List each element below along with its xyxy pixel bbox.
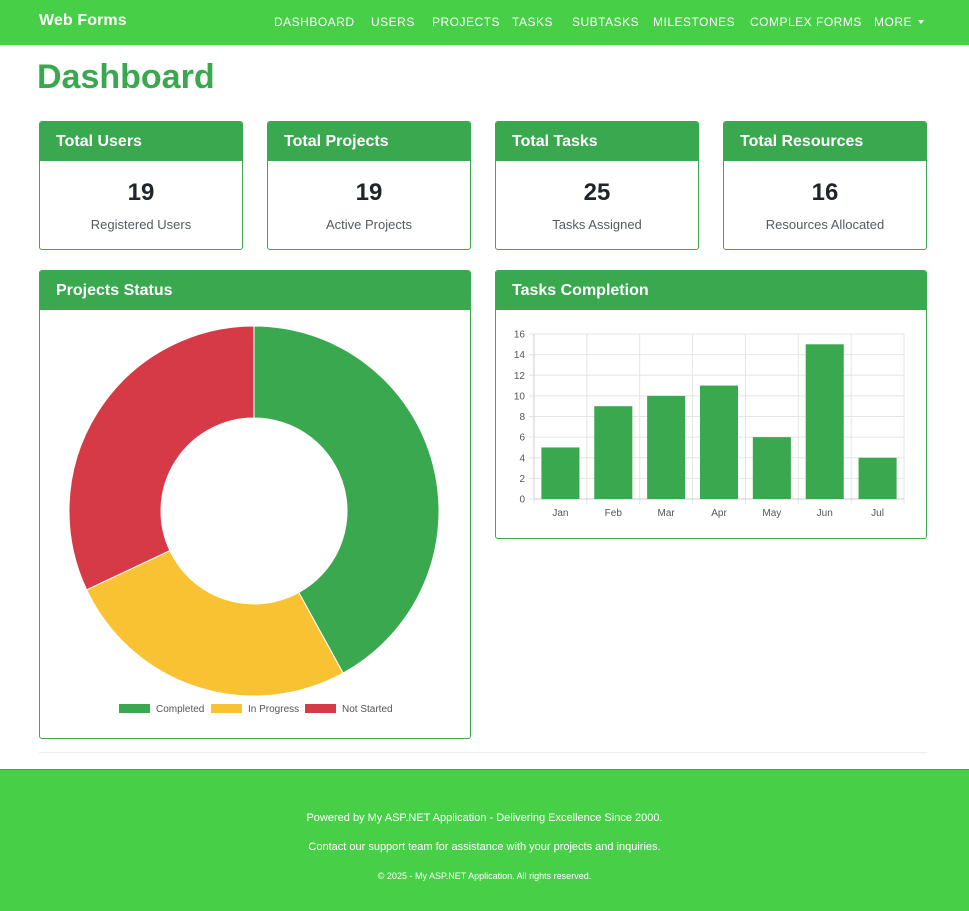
legend-swatch [119,704,150,713]
stat-card-title: Total Projects [268,122,470,161]
nav-projects[interactable]: PROJECTS [432,15,500,29]
footer-support: Contact our support team for assistance … [308,841,661,853]
projects-status-title: Projects Status [40,271,470,310]
caret-down-icon [918,20,924,24]
y-tick-label: 16 [514,330,526,341]
y-tick-label: 8 [519,412,525,423]
stat-label: Active Projects [326,217,412,232]
bar-may [752,437,791,499]
tasks-completion-card: Tasks Completion 0 2 4 6 8 10 12 14 16 Jan Feb Mar A… [495,270,927,539]
footer-copyright: © 2025 - My ASP.NET Application. All rig… [377,871,592,881]
x-tick-label: Jun [817,508,833,519]
legend-label: In Progress [248,704,299,715]
bar-jun [805,344,844,499]
footer: Powered by My ASP.NET Application - Deli… [0,769,969,911]
footer-divider [39,752,927,753]
x-tick-label: May [762,508,781,519]
nav-users[interactable]: USERS [371,15,415,29]
stat-card-resources: Total Resources 16 Resources Allocated [723,121,927,250]
stat-label: Registered Users [90,217,192,232]
stat-label: Resources Allocated [765,217,885,232]
stat-card-title: Total Resources [724,122,926,161]
nav-subtasks[interactable]: SUBTASKS [572,15,639,29]
stat-card-title: Total Users [40,122,242,161]
bar-apr [699,385,739,499]
brand-link[interactable]: Web Forms [39,12,127,30]
y-tick-label: 10 [514,391,526,402]
legend-swatch [305,704,336,713]
y-tick-label: 6 [519,433,525,444]
y-tick-label: 0 [519,495,525,506]
footer-powered-by: Powered by My ASP.NET Application - Deli… [306,812,663,824]
pie-slice-in-progress [85,549,344,697]
x-tick-label: Jan [552,508,568,519]
y-tick-label: 4 [519,453,525,464]
x-tick-label: Jul [871,508,884,519]
legend-label: Completed [156,704,204,715]
nav-tasks[interactable]: TASKS [512,15,553,29]
stat-value: 19 [355,179,383,206]
bar-mar [647,395,686,499]
nav-milestones[interactable]: MILESTONES [653,15,735,29]
nav-more-dropdown[interactable]: MORE [874,15,924,29]
x-tick-label: Mar [658,508,676,519]
stat-card-title: Total Tasks [496,122,698,161]
x-tick-label: Apr [711,508,727,519]
stat-value: 19 [127,179,155,206]
tasks-completion-chart: 0 2 4 6 8 10 12 14 16 Jan Feb Mar Apr May Jun Jul [514,330,905,519]
page-title: Dashboard [37,58,215,96]
y-tick-label: 2 [519,474,525,485]
y-tick-label: 12 [514,371,526,382]
bar-feb [594,406,633,499]
bar-jul [858,457,897,499]
x-tick-label: Feb [605,508,623,519]
projects-status-card: Projects Status Completed In Progress Not … [39,270,471,739]
stat-value: 25 [583,179,611,206]
stat-card-tasks: Total Tasks 25 Tasks Assigned [495,121,699,250]
pie-slice-not-started [68,325,255,591]
bar-jan [541,447,580,499]
nav-more-label: MORE [874,15,912,29]
legend-label: Not Started [342,704,393,715]
stat-card-users: Total Users 19 Registered Users [39,121,243,250]
stat-value: 16 [811,179,839,206]
stat-label: Tasks Assigned [552,217,642,232]
projects-status-chart: Completed In Progress Not Started [68,325,440,715]
y-tick-label: 14 [514,350,526,361]
nav-dashboard[interactable]: DASHBOARD [274,15,355,29]
tasks-completion-title: Tasks Completion [496,271,926,310]
nav-complex-forms[interactable]: COMPLEX FORMS [750,15,862,29]
stat-card-projects: Total Projects 19 Active Projects [267,121,471,250]
navbar: Web Forms DASHBOARD USERS PROJECTS TASKS… [0,0,969,45]
legend-swatch [211,704,242,713]
